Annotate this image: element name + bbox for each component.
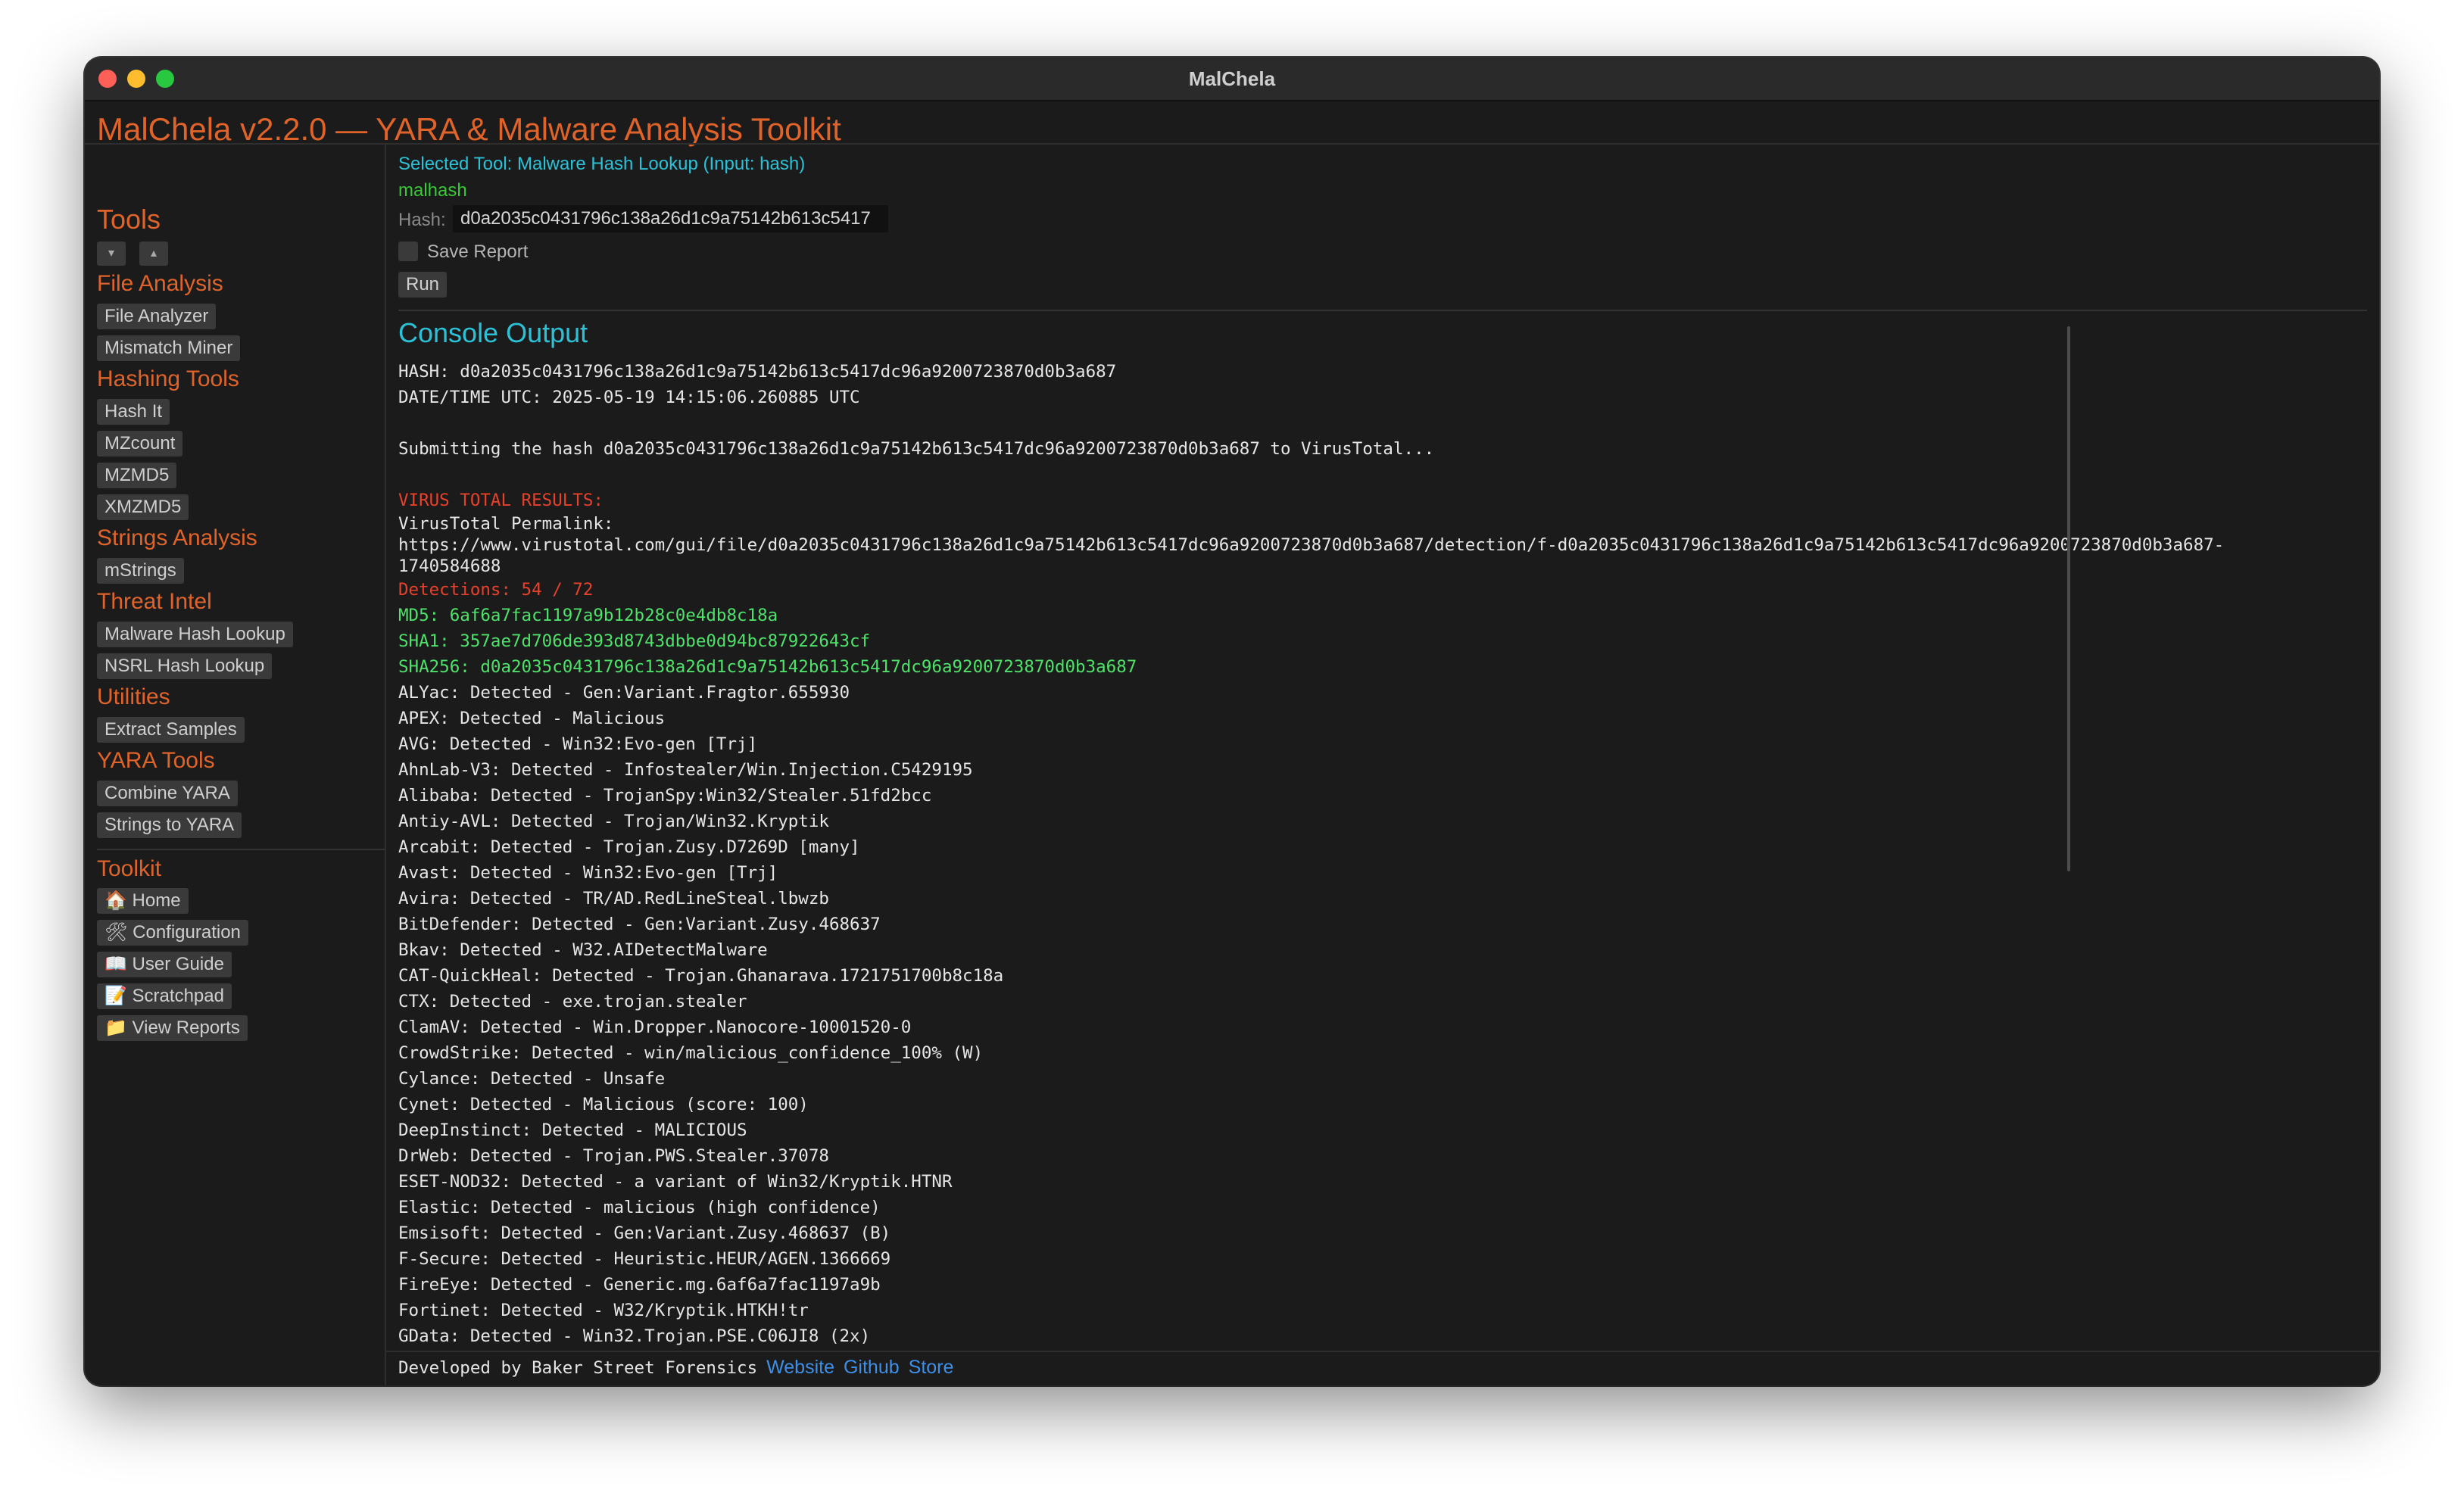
tool-mzcount[interactable]: MZcount: [97, 431, 183, 457]
collapse-all-button[interactable]: ▾: [97, 242, 126, 266]
vt-permalink-url-cont: 1740584688: [398, 556, 501, 576]
main-panel: Selected Tool: Malware Hash Lookup (Inpu…: [386, 145, 2379, 1385]
console-scrollbar[interactable]: [2067, 326, 2070, 871]
sha256-line: SHA256: d0a2035c0431796c138a26d1c9a75142…: [398, 657, 1137, 677]
github-link[interactable]: Github: [844, 1357, 900, 1378]
section-hashing-tools[interactable]: Hashing Tools: [97, 366, 239, 392]
hash-label: Hash:: [398, 210, 446, 230]
av-result-line: Cynet: Detected - Malicious (score: 100): [398, 1095, 809, 1114]
av-result-line: DeepInstinct: Detected - MALICIOUS: [398, 1120, 747, 1140]
av-result-line: CrowdStrike: Detected - win/malicious_co…: [398, 1043, 984, 1063]
av-result-line: AhnLab-V3: Detected - Infostealer/Win.In…: [398, 760, 973, 780]
sidebar: Tools ▾ ▴ File Analysis File Analyzer Mi…: [85, 145, 385, 1385]
toolkit-scratchpad-button[interactable]: 📝 Scratchpad: [97, 983, 232, 1009]
av-result-line: Arcabit: Detected - Trojan.Zusy.D7269D […: [398, 837, 860, 857]
av-result-line: APEX: Detected - Malicious: [398, 709, 666, 728]
selected-tool-label: Selected Tool: Malware Hash Lookup (Inpu…: [398, 154, 806, 174]
main-divider: [398, 310, 2367, 311]
tool-xmzmd5[interactable]: XMZMD5: [97, 494, 189, 520]
section-strings-analysis[interactable]: Strings Analysis: [97, 525, 257, 551]
app-window: MalChela MalChela v2.2.0 — YARA & Malwar…: [85, 58, 2379, 1385]
vt-permalink-url: https://www.virustotal.com/gui/file/d0a2…: [398, 535, 2225, 555]
detections-count: Detections: 54 / 72: [398, 580, 594, 600]
tool-combine-yara[interactable]: Combine YARA: [97, 781, 238, 806]
tool-extract-samples[interactable]: Extract Samples: [97, 717, 245, 743]
av-result-line: Elastic: Detected - malicious (high conf…: [398, 1198, 881, 1217]
tool-hash-it[interactable]: Hash It: [97, 399, 170, 425]
website-link[interactable]: Website: [766, 1357, 834, 1378]
tool-mismatch-miner[interactable]: Mismatch Miner: [97, 335, 241, 361]
hash-input[interactable]: [453, 205, 888, 232]
av-result-line: Avira: Detected - TR/AD.RedLineSteal.lbw…: [398, 889, 829, 908]
toolkit-view-reports-button[interactable]: 📁 View Reports: [97, 1015, 248, 1041]
window-title: MalChela: [1188, 67, 1276, 90]
av-result-line: Cylance: Detected - Unsafe: [398, 1069, 666, 1089]
zoom-window-button[interactable]: [156, 70, 174, 88]
tool-command-name: malhash: [398, 180, 467, 201]
store-link[interactable]: Store: [909, 1357, 954, 1378]
av-result-line: Fortinet: Detected - W32/Kryptik.HTKH!tr: [398, 1301, 809, 1320]
close-window-button[interactable]: [98, 70, 117, 88]
footer-divider: [386, 1351, 2379, 1352]
md5-line: MD5: 6af6a7fac1197a9b12b28c0e4db8c18a: [398, 606, 778, 625]
av-result-line: ALYac: Detected - Gen:Variant.Fragtor.65…: [398, 683, 850, 703]
developer-credit: Developed by Baker Street Forensics: [398, 1358, 758, 1378]
vt-results-header: VIRUS TOTAL RESULTS:: [398, 491, 604, 510]
console-submit-line: Submitting the hash d0a2035c0431796c138a…: [398, 439, 1435, 459]
tools-heading: Tools: [97, 204, 161, 235]
av-result-line: ESET-NOD32: Detected - a variant of Win3…: [398, 1172, 953, 1192]
av-result-line: F-Secure: Detected - Heuristic.HEUR/AGEN…: [398, 1249, 891, 1269]
tool-malware-hash-lookup[interactable]: Malware Hash Lookup: [97, 622, 293, 647]
vt-permalink-label: VirusTotal Permalink:: [398, 514, 614, 534]
av-result-line: Bkav: Detected - W32.AIDetectMalware: [398, 940, 768, 960]
av-result-line: CAT-QuickHeal: Detected - Trojan.Ghanara…: [398, 966, 1004, 986]
av-result-line: Emsisoft: Detected - Gen:Variant.Zusy.46…: [398, 1223, 891, 1243]
av-result-line: Antiy-AVL: Detected - Trojan/Win32.Krypt…: [398, 812, 829, 831]
section-yara-tools[interactable]: YARA Tools: [97, 748, 215, 774]
tool-mzmd5[interactable]: MZMD5: [97, 463, 177, 488]
console-hash-line: HASH: d0a2035c0431796c138a26d1c9a75142b6…: [398, 362, 1117, 382]
av-result-line: FireEye: Detected - Generic.mg.6af6a7fac…: [398, 1275, 881, 1295]
tool-nsrl-hash-lookup[interactable]: NSRL Hash Lookup: [97, 653, 273, 679]
av-result-line: DrWeb: Detected - Trojan.PWS.Stealer.370…: [398, 1146, 829, 1166]
section-threat-intel[interactable]: Threat Intel: [97, 589, 212, 615]
run-button[interactable]: Run: [398, 272, 448, 298]
tool-mstrings[interactable]: mStrings: [97, 558, 184, 584]
tool-strings-to-yara[interactable]: Strings to YARA: [97, 812, 242, 838]
tool-file-analyzer[interactable]: File Analyzer: [97, 304, 217, 329]
chevron-down-icon: ▾: [108, 247, 115, 260]
expand-all-button[interactable]: ▴: [139, 242, 168, 266]
chevron-up-icon: ▴: [150, 247, 158, 260]
section-utilities[interactable]: Utilities: [97, 684, 170, 710]
minimize-window-button[interactable]: [127, 70, 145, 88]
save-report-label[interactable]: Save Report: [427, 242, 528, 263]
footer: Developed by Baker Street Forensics Websi…: [398, 1354, 953, 1381]
sha1-line: SHA1: 357ae7d706de393d8743dbbe0d94bc8792…: [398, 631, 871, 651]
section-file-analysis[interactable]: File Analysis: [97, 271, 223, 297]
section-toolkit: Toolkit: [97, 856, 162, 881]
toolkit-configuration-button[interactable]: 🛠 Configuration: [97, 920, 248, 946]
av-result-line: GData: Detected - Win32.Trojan.PSE.C06JI…: [398, 1326, 871, 1346]
av-result-line: CTX: Detected - exe.trojan.stealer: [398, 992, 747, 1011]
toolkit-home-button[interactable]: 🏠 Home: [97, 888, 189, 914]
av-result-line: Avast: Detected - Win32:Evo-gen [Trj]: [398, 863, 778, 883]
toolkit-user-guide-button[interactable]: 📖 User Guide: [97, 952, 232, 977]
av-result-line: AVG: Detected - Win32:Evo-gen [Trj]: [398, 734, 758, 754]
save-report-checkbox[interactable]: [398, 242, 418, 261]
av-result-line: Alibaba: Detected - TrojanSpy:Win32/Stea…: [398, 786, 932, 806]
console-output-title: Console Output: [398, 317, 588, 348]
title-bar: MalChela: [85, 58, 2379, 101]
av-result-line: BitDefender: Detected - Gen:Variant.Zusy…: [398, 915, 881, 934]
av-result-line: ClamAV: Detected - Win.Dropper.Nanocore-…: [398, 1018, 912, 1037]
console-datetime-line: DATE/TIME UTC: 2025-05-19 14:15:06.26088…: [398, 388, 860, 407]
console-output[interactable]: HASH: d0a2035c0431796c138a26d1c9a75142b6…: [398, 359, 2290, 1347]
sidebar-divider: [97, 849, 385, 850]
